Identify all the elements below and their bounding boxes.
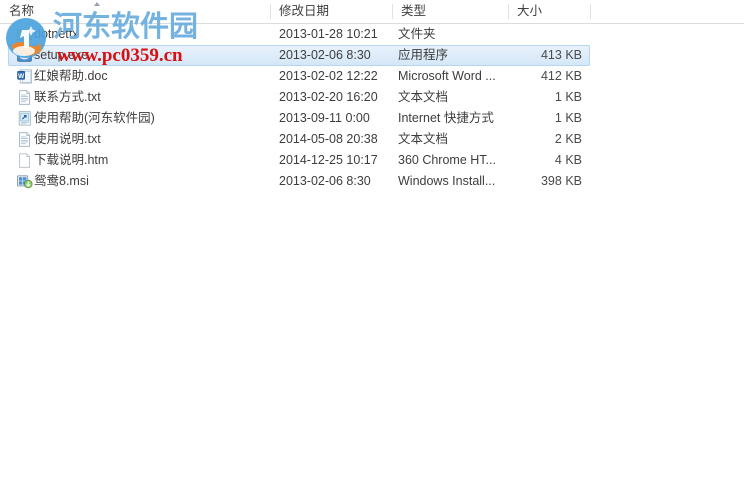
file-name-label: 使用说明.txt bbox=[34, 132, 101, 146]
file-modified-cell: 2014-12-25 10:17 bbox=[279, 153, 378, 167]
file-type-cell: Internet 快捷方式 bbox=[398, 111, 494, 125]
file-size-cell: 413 KB bbox=[540, 48, 582, 62]
table-row[interactable]: 使用帮助(河东软件园) 2013-09-11 0:00 Internet 快捷方… bbox=[0, 108, 744, 129]
column-header-type[interactable]: 类型 bbox=[392, 0, 508, 23]
table-row[interactable]: 联系方式.txt 2013-02-20 16:20 文本文档 1 KB bbox=[0, 87, 744, 108]
file-name-label: 鸳鸯8.msi bbox=[34, 174, 89, 188]
file-type-cell: 应用程序 bbox=[398, 48, 449, 62]
table-row[interactable]: W 红娘帮助.doc 2013-02-02 12:22 Microsoft Wo… bbox=[0, 66, 744, 87]
html-document-icon bbox=[19, 153, 31, 168]
file-type-cell: Windows Install... bbox=[398, 174, 496, 188]
file-type-cell: 文本文档 bbox=[398, 90, 449, 104]
windows-installer-icon bbox=[17, 175, 33, 189]
file-size-cell: 398 KB bbox=[540, 174, 582, 188]
column-header-size[interactable]: 大小 bbox=[508, 0, 590, 23]
file-size-cell: 1 KB bbox=[554, 111, 582, 125]
file-modified-cell: 2013-01-28 10:21 bbox=[279, 27, 378, 41]
file-name-label: 联系方式.txt bbox=[34, 90, 101, 104]
file-modified-cell: 2013-09-11 0:00 bbox=[279, 111, 370, 125]
file-name-label: dotnetfx bbox=[34, 27, 79, 41]
file-name-cell[interactable]: 下载说明.htm bbox=[14, 150, 264, 171]
file-name-cell[interactable]: 使用说明.txt bbox=[14, 129, 264, 150]
column-divider[interactable] bbox=[508, 4, 509, 19]
file-type-cell: 文本文档 bbox=[398, 132, 449, 146]
application-exe-icon bbox=[17, 49, 32, 62]
column-header-name-label: 名称 bbox=[9, 4, 35, 18]
file-name-cell[interactable]: setup.exe bbox=[14, 45, 264, 66]
file-name-cell[interactable]: W 红娘帮助.doc bbox=[14, 66, 264, 87]
table-row-selected[interactable]: setup.exe 2013-02-06 8:30 应用程序 413 KB bbox=[0, 45, 744, 66]
table-row[interactable]: 使用说明.txt 2014-05-08 20:38 文本文档 2 KB bbox=[0, 129, 744, 150]
text-document-icon bbox=[18, 132, 31, 147]
file-size-cell: 412 KB bbox=[540, 69, 582, 83]
file-name-label: 下载说明.htm bbox=[34, 153, 109, 167]
file-name-cell[interactable]: 联系方式.txt bbox=[14, 87, 264, 108]
column-header-bar: 名称 修改日期 类型 大小 bbox=[0, 0, 744, 24]
file-name-cell[interactable]: 使用帮助(河东软件园) bbox=[14, 108, 264, 129]
column-divider[interactable] bbox=[392, 4, 393, 19]
file-size-cell: 1 KB bbox=[554, 90, 582, 104]
table-row[interactable]: dotnetfx 2013-01-28 10:21 文件夹 bbox=[0, 24, 744, 45]
text-document-icon bbox=[18, 90, 31, 105]
file-name-cell[interactable]: dotnetfx bbox=[14, 24, 264, 45]
file-name-cell[interactable]: 鸳鸯8.msi bbox=[14, 171, 264, 192]
column-divider[interactable] bbox=[270, 4, 271, 19]
file-list-view[interactable]: 名称 修改日期 类型 大小 dotnetfx 2013-01-28 10:21 … bbox=[0, 0, 744, 500]
sort-ascending-icon bbox=[94, 2, 100, 6]
file-name-label: setup.exe bbox=[34, 48, 89, 62]
file-type-cell: Microsoft Word ... bbox=[398, 69, 496, 83]
file-size-cell: 2 KB bbox=[554, 132, 582, 146]
table-row[interactable]: 鸳鸯8.msi 2013-02-06 8:30 Windows Install.… bbox=[0, 171, 744, 192]
file-modified-cell: 2013-02-02 12:22 bbox=[279, 69, 378, 83]
svg-text:W: W bbox=[18, 73, 24, 80]
internet-shortcut-icon bbox=[18, 111, 31, 126]
file-name-label: 红娘帮助.doc bbox=[34, 69, 108, 83]
file-modified-cell: 2013-02-06 8:30 bbox=[279, 48, 371, 62]
folder-icon bbox=[16, 29, 33, 41]
column-header-modified-label: 修改日期 bbox=[279, 4, 330, 18]
table-row[interactable]: 下载说明.htm 2014-12-25 10:17 360 Chrome HT.… bbox=[0, 150, 744, 171]
file-size-cell bbox=[508, 24, 582, 45]
column-header-name[interactable]: 名称 bbox=[0, 0, 270, 23]
file-type-cell: 360 Chrome HT... bbox=[398, 153, 496, 167]
column-header-modified[interactable]: 修改日期 bbox=[270, 0, 392, 23]
word-document-icon: W bbox=[17, 69, 32, 84]
file-modified-cell: 2014-05-08 20:38 bbox=[279, 132, 378, 146]
file-modified-cell: 2013-02-06 8:30 bbox=[279, 174, 371, 188]
column-header-type-label: 类型 bbox=[401, 4, 427, 18]
file-type-cell: 文件夹 bbox=[398, 27, 436, 41]
column-header-size-label: 大小 bbox=[517, 4, 543, 18]
file-modified-cell: 2013-02-20 16:20 bbox=[279, 90, 378, 104]
file-name-label: 使用帮助(河东软件园) bbox=[34, 111, 155, 125]
file-rows-container: dotnetfx 2013-01-28 10:21 文件夹 setup.exe … bbox=[0, 24, 744, 192]
file-size-cell: 4 KB bbox=[554, 153, 582, 167]
column-divider[interactable] bbox=[590, 4, 591, 19]
